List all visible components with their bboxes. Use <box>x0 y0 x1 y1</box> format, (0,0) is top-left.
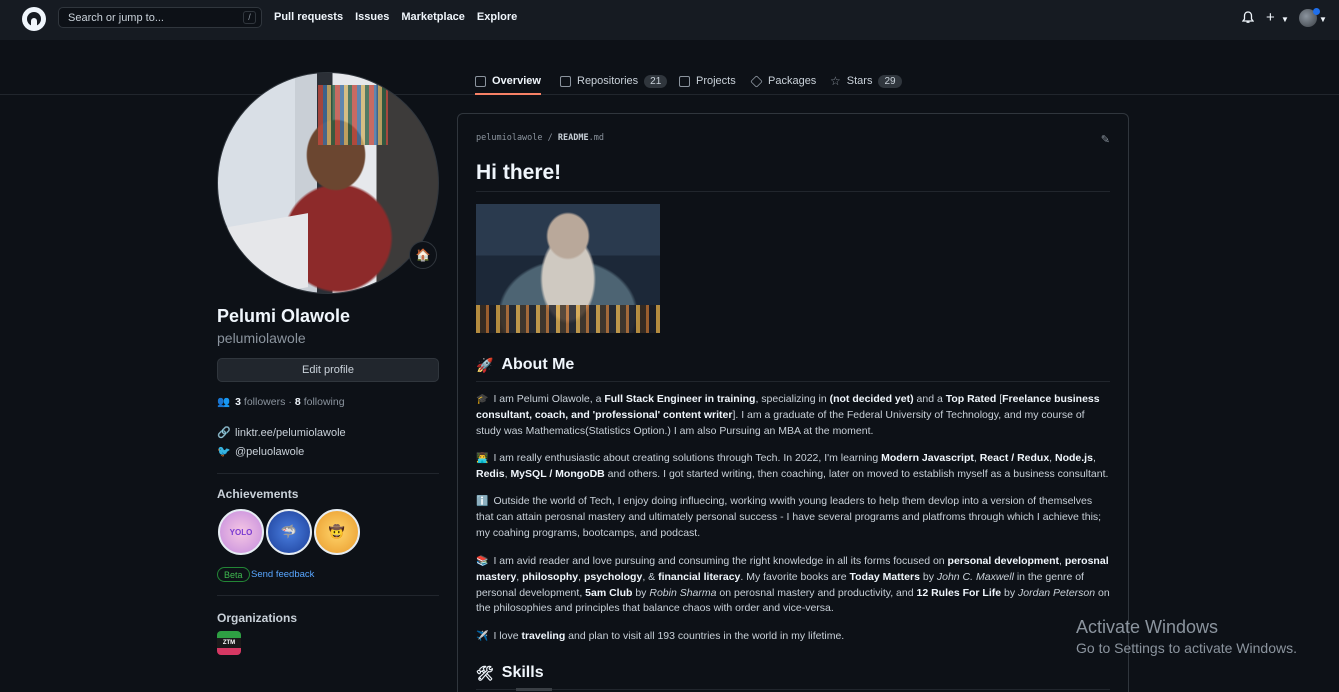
top-header: Search or jump to... / Pull requests Iss… <box>0 0 1339 40</box>
tab-overview-label: Overview <box>492 75 541 87</box>
skills-heading: 🛠 Skills <box>476 664 544 682</box>
watermark-line-2: Go to Settings to activate Windows. <box>1076 640 1297 656</box>
nav-issues[interactable]: Issues <box>355 11 389 23</box>
notifications-bell-icon[interactable] <box>1242 11 1254 24</box>
achievement-pull-shark-badge[interactable]: 🦈 <box>266 509 312 555</box>
global-nav: Pull requests Issues Marketplace Explore <box>274 11 517 23</box>
tab-packages[interactable]: Packages <box>750 68 817 94</box>
about-paragraph-3: ℹ️ Outside the world of Tech, I enjoy doi… <box>476 495 1102 539</box>
create-new-plus-icon[interactable]: + <box>1266 9 1275 26</box>
graduation-cap-icon: 🎓 <box>476 394 489 405</box>
search-placeholder: Search or jump to... <box>68 11 164 24</box>
follow-separator: · <box>288 395 292 408</box>
tab-projects[interactable]: Projects <box>679 68 736 94</box>
technologist-icon: 👨‍💻 <box>476 453 489 464</box>
status-house-icon[interactable]: 🏠 <box>409 241 437 269</box>
about-paragraph-5: ✈️ I love traveling and plan to visit all… <box>476 629 1112 645</box>
edit-profile-button[interactable]: Edit profile <box>217 358 439 382</box>
profile-full-name: Pelumi Olawole <box>217 306 351 326</box>
beta-label: Beta <box>217 567 250 582</box>
search-shortcut-key: / <box>243 11 256 24</box>
readme-card: pelumiolawole / README.md ✎ Hi there! 🚀 … <box>457 113 1129 692</box>
github-logo-icon[interactable] <box>22 7 46 31</box>
rocket-icon: 🚀 <box>476 356 494 373</box>
profile-website[interactable]: 🔗 linktr.ee/pelumiolawole <box>217 426 346 440</box>
achievement-yolo-badge[interactable]: YOLO <box>218 509 264 555</box>
crumb-user[interactable]: pelumiolawole <box>476 133 543 143</box>
about-paragraph-2: 👨‍💻 I am really enthusiastic about creati… <box>476 452 1109 480</box>
windows-activation-watermark: Activate Windows Go to Settings to activ… <box>1076 617 1297 656</box>
nav-explore[interactable]: Explore <box>477 11 517 23</box>
followers-count[interactable]: 3 <box>235 396 241 408</box>
tab-stars[interactable]: ☆ Stars 29 <box>830 68 902 94</box>
nav-pull-requests[interactable]: Pull requests <box>274 11 343 23</box>
twitter-icon: 🐦 <box>217 446 231 458</box>
tab-repositories[interactable]: Repositories 21 <box>560 68 668 94</box>
book-icon <box>475 75 486 87</box>
about-me-heading: 🚀 About Me <box>476 356 574 374</box>
stars-count: 29 <box>878 74 902 88</box>
tab-projects-label: Projects <box>696 75 736 87</box>
people-icon: 👥 <box>217 396 231 408</box>
following-label[interactable]: following <box>304 396 345 408</box>
table-icon <box>679 75 690 87</box>
profile-username: pelumiolawole <box>217 330 306 346</box>
tab-overview[interactable]: Overview <box>475 68 541 95</box>
achievements-title: Achievements <box>217 487 299 501</box>
readme-breadcrumb: pelumiolawole / README.md <box>476 133 604 143</box>
following-count[interactable]: 8 <box>295 396 301 408</box>
shark-icon: 🦈 <box>280 524 298 539</box>
cowboy-icon: 🤠 <box>328 524 346 539</box>
heading-rule <box>476 191 1110 192</box>
readme-heading: Hi there! <box>476 161 562 184</box>
info-icon: ℹ️ <box>476 496 489 507</box>
profile-avatar[interactable] <box>217 72 439 294</box>
tools-icon: 🛠 <box>476 664 494 681</box>
send-feedback-link[interactable]: Send feedback <box>251 569 314 580</box>
nav-marketplace[interactable]: Marketplace <box>401 11 465 23</box>
crumb-separator: / <box>547 133 553 143</box>
package-icon <box>750 74 763 88</box>
books-icon: 📚 <box>476 556 489 567</box>
about-paragraph-4: 📚 I am avid reader and love pursuing and … <box>476 555 1110 615</box>
profile-tabs: Overview Repositories 21 Projects Packag… <box>0 40 1339 95</box>
sidebar-divider-2 <box>217 595 439 596</box>
about-rule <box>476 381 1110 382</box>
about-paragraph-1: 🎓 I am Pelumi Olawole, a Full Stack Engin… <box>476 393 1100 437</box>
create-caret-icon[interactable]: ▼ <box>1281 15 1289 24</box>
star-icon: ☆ <box>830 74 841 88</box>
horizontal-scrollbar[interactable] <box>516 688 552 691</box>
skills-rule <box>476 689 1110 690</box>
achievement-quickdraw-badge[interactable]: 🤠 <box>314 509 360 555</box>
tab-stars-label: Stars <box>846 75 873 87</box>
airplane-icon: ✈️ <box>476 631 489 642</box>
skills-title: Skills <box>501 664 544 681</box>
crumb-ext: .md <box>588 133 604 143</box>
link-icon: 🔗 <box>217 427 231 439</box>
crumb-file: README <box>557 133 589 143</box>
repo-icon <box>560 75 571 87</box>
edit-readme-pencil-icon[interactable]: ✎ <box>1101 133 1110 146</box>
dumbledore-gif-image <box>476 204 660 333</box>
sidebar-divider <box>217 473 439 474</box>
user-menu-caret-icon[interactable]: ▼ <box>1319 15 1327 24</box>
followers-label[interactable]: followers <box>244 396 285 408</box>
avatar-laptop <box>218 213 308 293</box>
website-link[interactable]: linktr.ee/pelumiolawole <box>235 427 346 439</box>
search-input[interactable]: Search or jump to... / <box>58 7 262 28</box>
achievement-yolo-label: YOLO <box>229 527 253 537</box>
profile-twitter[interactable]: 🐦 @peluolawole <box>217 445 304 459</box>
org-ztm-avatar[interactable]: ZTM <box>217 631 241 655</box>
user-avatar-menu[interactable] <box>1299 8 1320 27</box>
twitter-handle[interactable]: @peluolawole <box>235 446 304 458</box>
tab-repositories-label: Repositories <box>577 75 639 87</box>
follow-stats: 👥 3 followers · 8 following <box>217 395 345 409</box>
organizations-title: Organizations <box>217 611 298 625</box>
repositories-count: 21 <box>644 74 668 88</box>
about-me-title: About Me <box>501 356 575 373</box>
watermark-line-1: Activate Windows <box>1076 617 1219 637</box>
avatar-bookshelf <box>318 85 388 145</box>
tab-packages-label: Packages <box>768 75 817 87</box>
